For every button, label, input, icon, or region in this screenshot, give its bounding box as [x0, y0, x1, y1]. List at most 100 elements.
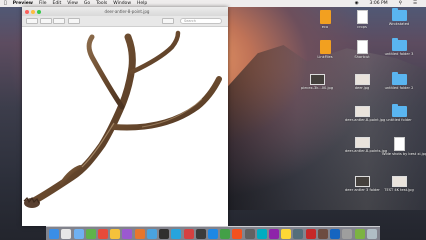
desktop-icon-label: deer-antler-8-points.jpg [345, 149, 388, 153]
status-area: ◉ 3:06 PM ⚲ ☰ [350, 0, 423, 7]
dock-app-icon[interactable] [281, 228, 292, 239]
menu-view[interactable]: View [67, 0, 78, 7]
desktop-icon-label: deer-antler-8-point.jpg [345, 118, 386, 122]
dock-app-icon[interactable] [366, 228, 377, 239]
clock[interactable]: 3:06 PM [370, 0, 388, 7]
file-icon [393, 137, 405, 151]
dock-app-icon[interactable] [61, 228, 72, 239]
desktop-icon[interactable]: piecex-3k...00.jpg [300, 74, 334, 90]
desktop-icon-label: untitled folder 3 [384, 52, 414, 56]
preview-window: deer-antler-8-point.jpg Search [22, 7, 228, 226]
desktop-icon[interactable]: deer-antler-8-points.jpg [345, 137, 388, 153]
apple-menu-icon[interactable]:  [4, 0, 7, 7]
minimize-button[interactable] [31, 9, 35, 14]
folder-icon [391, 38, 407, 51]
desktop-icon[interactable]: Wide shots by best xi.jpg [382, 137, 426, 156]
dock-app-icon[interactable] [317, 228, 328, 239]
desktop-icon-label: eco [321, 25, 329, 29]
dock-app-icon[interactable] [110, 228, 121, 239]
desktop-icon-label: LinkFiles [317, 55, 333, 59]
zoom-button[interactable] [37, 9, 41, 14]
file-icon [354, 74, 370, 85]
dock-app-icon[interactable] [73, 228, 84, 239]
menu-tools[interactable]: Tools [96, 0, 107, 7]
desktop-icon[interactable]: untitled folder 3 [382, 38, 416, 56]
desktop-icon[interactable]: deer.jpg [345, 74, 379, 90]
dock-app-icon[interactable] [305, 228, 316, 239]
dock-app-icon[interactable] [134, 228, 145, 239]
desktop-icon-label: untitled folder [386, 118, 412, 122]
app-menu[interactable]: Preview [13, 0, 33, 7]
desktop-icon[interactable]: Wrokstated [382, 8, 416, 26]
dock-app-icon[interactable] [207, 228, 218, 239]
sidebar-toggle-button[interactable] [26, 18, 38, 24]
dock-app-icon[interactable] [159, 228, 170, 239]
desktop-icon[interactable]: LinkFiles [308, 40, 342, 59]
zoom-out-button[interactable] [40, 18, 52, 24]
desktop-icon[interactable]: untitled folder [382, 104, 416, 122]
desktop-icon-label: crops [357, 25, 367, 29]
desktop-icon-label: Wide shots by best xi.jpg [382, 152, 426, 156]
menu-edit[interactable]: Edit [53, 0, 62, 7]
menu-go[interactable]: Go [84, 0, 90, 7]
dock-app-icon[interactable] [220, 228, 231, 239]
dock-app-icon[interactable] [146, 228, 157, 239]
file-icon [356, 10, 368, 24]
desktop-icon[interactable]: TEST 4K test.jpg [382, 176, 416, 192]
dock-app-icon[interactable] [293, 228, 304, 239]
file-icon [356, 40, 368, 54]
dock-app-icon[interactable] [330, 228, 341, 239]
dock-app-icon[interactable] [232, 228, 243, 239]
window-title: deer-antler-8-point.jpg [104, 9, 150, 14]
menu-file[interactable]: File [39, 0, 47, 7]
dock-app-icon[interactable] [244, 228, 255, 239]
file-icon [354, 106, 370, 117]
desktop-icon-label: deer antler 3 folder [345, 188, 380, 192]
dock [46, 226, 380, 240]
folder-icon [391, 72, 407, 85]
image-canvas [22, 27, 228, 226]
desktop-icon-label: untitled folder 2 [384, 86, 414, 90]
antler-image [23, 30, 222, 208]
desktop-icon[interactable]: eco [308, 10, 342, 29]
dock-app-icon[interactable] [354, 228, 365, 239]
file-icon [391, 176, 407, 187]
dock-app-icon[interactable] [97, 228, 108, 239]
desktop-icon[interactable]: untitled folder 2 [382, 72, 416, 90]
dock-app-icon[interactable] [183, 228, 194, 239]
menu-window[interactable]: Window [113, 0, 131, 7]
search-field[interactable]: Search [180, 18, 222, 24]
desktop-icon-label: piecex-3k...00.jpg [300, 86, 334, 90]
desktop-icon[interactable]: crops [345, 10, 379, 29]
dock-app-icon[interactable] [342, 228, 353, 239]
desktop-icon[interactable]: Shortcut [345, 40, 379, 59]
file-icon [354, 176, 370, 187]
dock-app-icon[interactable] [49, 228, 60, 239]
desktop-icon[interactable]: deer antler 3 folder [345, 176, 380, 192]
share-button[interactable] [68, 18, 80, 24]
spotlight-icon[interactable]: ⚲ [399, 0, 402, 7]
close-button[interactable] [25, 9, 29, 14]
dock-app-icon[interactable] [195, 228, 206, 239]
desktop-icon-label: Shortcut [354, 55, 370, 59]
menu-help[interactable]: Help [137, 0, 147, 7]
file-icon [354, 137, 370, 148]
desktop-icon-label: Wrokstated [388, 22, 410, 26]
folder-icon [391, 104, 407, 117]
wifi-icon[interactable]: ◉ [355, 0, 359, 7]
desktop-icon[interactable]: deer-antler-8-point.jpg [345, 106, 386, 122]
menu-bar:  Preview File Edit View Go Tools Window… [0, 0, 426, 7]
toolbar: Search [22, 16, 228, 27]
dock-app-icon[interactable] [171, 228, 182, 239]
markup-button[interactable] [162, 18, 174, 24]
file-icon [309, 74, 325, 85]
dock-app-icon[interactable] [85, 228, 96, 239]
folder-icon [391, 8, 407, 21]
notification-center-icon[interactable]: ☰ [413, 0, 417, 7]
dock-app-icon[interactable] [256, 228, 267, 239]
dock-app-icon[interactable] [122, 228, 133, 239]
file-icon [319, 10, 331, 24]
desktop-icon-label: TEST 4K test.jpg [384, 188, 414, 192]
zoom-in-button[interactable] [53, 18, 65, 24]
dock-app-icon[interactable] [269, 228, 280, 239]
